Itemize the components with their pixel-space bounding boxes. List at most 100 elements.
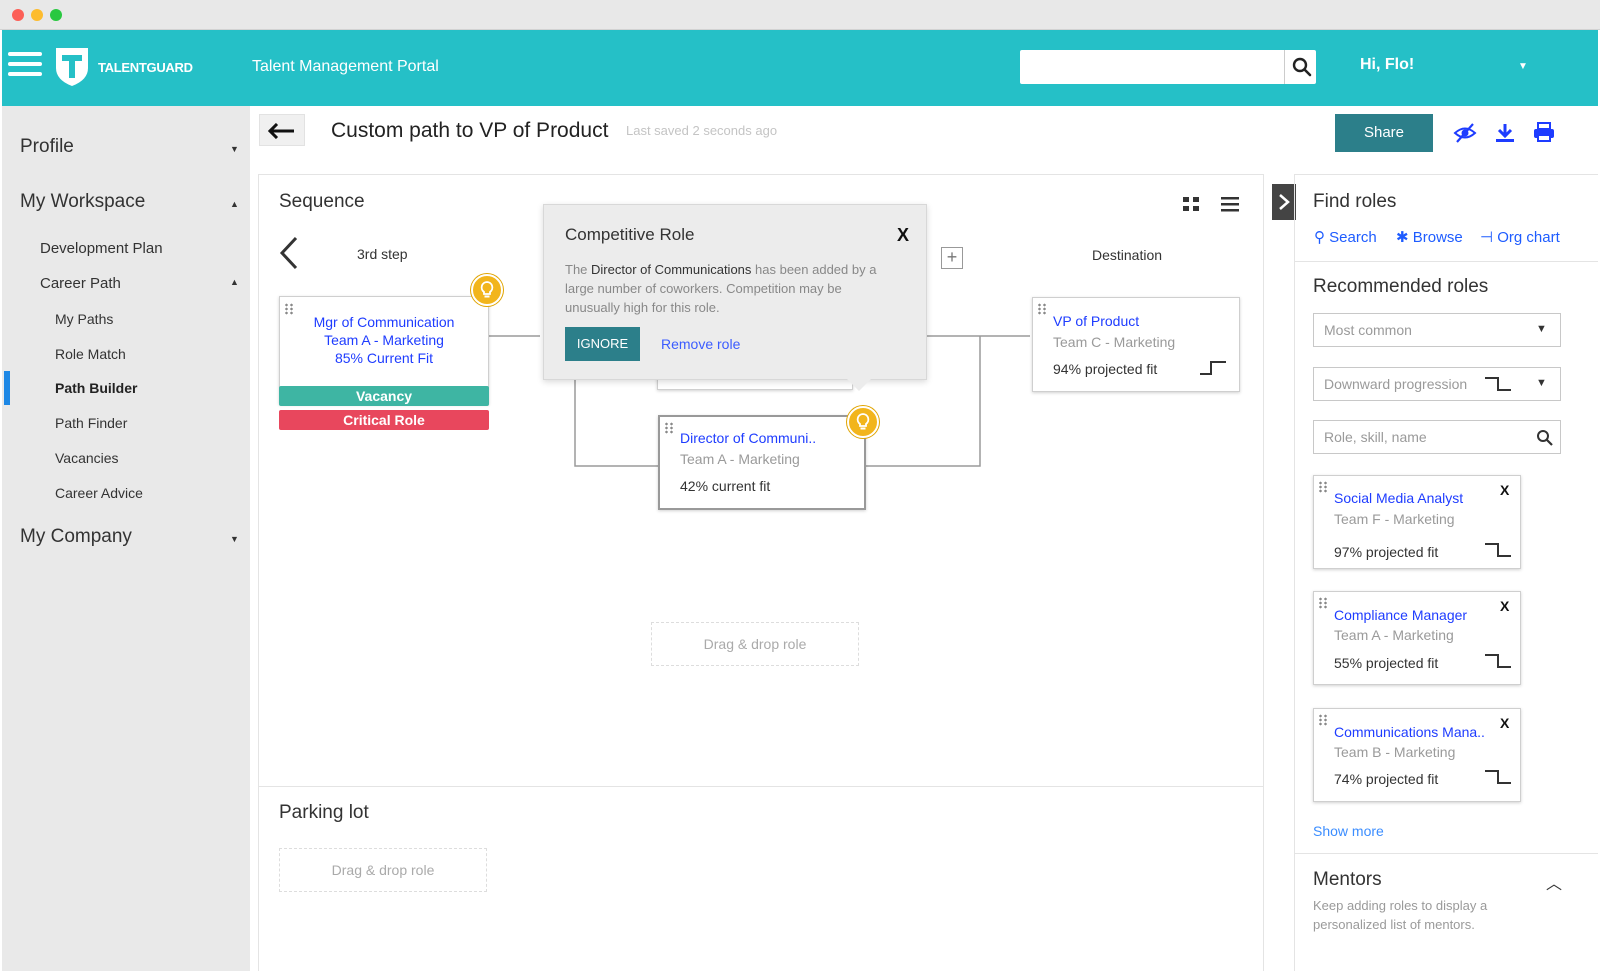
sidebar-my-company[interactable]: My Company [20,526,132,548]
close-popup-icon[interactable]: X [897,225,909,246]
window-titlebar [0,0,1600,30]
sidebar-career-path[interactable]: Career Path [40,275,121,292]
step-label: 3rd step [357,246,408,262]
show-more-link[interactable]: Show more [1313,823,1384,839]
download-icon[interactable] [1494,122,1516,144]
remove-role-icon[interactable]: X [1500,715,1509,731]
role-fit: 97% projected fit [1334,544,1439,560]
popup-message: The Director of Communications has been … [565,260,895,317]
sidebar-item-role-match[interactable]: Role Match [55,346,126,362]
search-tab-label: Search [1329,229,1377,246]
find-search-tab[interactable]: ⚲ Search [1314,228,1377,246]
role-fit: 85% Current Fit [334,350,434,366]
logo-text: TALENTGUARD [98,60,193,75]
grid-view-icon[interactable] [1182,196,1202,212]
hamburger-menu-icon[interactable] [8,52,42,78]
last-saved-text: Last saved 2 seconds ago [626,123,778,138]
drag-handle-icon[interactable] [1318,481,1328,493]
role-title[interactable]: Director of Communi.. [680,430,816,446]
sidebar: Profile ▼ My Workspace ▲ Development Pla… [2,106,250,971]
mentors-chevron-up-icon[interactable]: ︿ [1546,870,1562,894]
role-card-director-of-communications[interactable]: Director of Communi.. Team A - Marketing… [658,415,866,510]
hide-eye-icon[interactable] [1453,122,1477,144]
role-fit: 94% projected fit [1053,361,1158,377]
role-title[interactable]: Compliance Manager [1334,607,1467,623]
find-roles-title: Find roles [1313,191,1397,212]
remove-role-icon[interactable]: X [1500,598,1509,614]
remove-role-icon[interactable]: X [1500,482,1509,498]
role-title[interactable]: Mgr of Communication [280,313,488,331]
share-button[interactable]: Share [1335,114,1433,152]
workspace-chevron-up-icon[interactable]: ▲ [230,199,239,209]
back-button[interactable] [259,114,305,146]
input-placeholder: Role, skill, name [1324,429,1427,445]
parking-drag-drop-zone[interactable]: Drag & drop role [279,848,487,892]
profile-chevron-down-icon[interactable]: ▼ [230,144,239,154]
drag-handle-icon[interactable] [1318,597,1328,609]
drag-handle-icon[interactable] [1037,303,1047,315]
search-icon[interactable] [1292,57,1312,77]
back-arrow-icon [268,123,294,139]
find-browse-tab[interactable]: ✱ Browse [1396,228,1463,246]
maximize-window-button[interactable] [50,9,62,21]
downward-progression-icon [1485,377,1511,391]
recommended-role-card[interactable]: Communications Mana.. X Team B - Marketi… [1313,708,1521,802]
remove-role-link[interactable]: Remove role [661,336,740,352]
recommended-role-card[interactable]: Social Media Analyst X Team F - Marketin… [1313,475,1521,569]
role-team: Team A - Marketing [324,332,444,348]
role-title[interactable]: Social Media Analyst [1334,490,1463,506]
find-org-chart-tab[interactable]: ⊣ Org chart [1480,228,1560,246]
select-value: Downward progression [1324,376,1468,392]
lightbulb-icon[interactable] [471,274,503,306]
search-box [1020,50,1316,84]
competitive-role-popup: Competitive Role X The Director of Commu… [543,204,927,380]
sidebar-profile[interactable]: Profile [20,136,74,158]
sidebar-item-path-builder[interactable]: Path Builder [55,380,137,396]
previous-step-chevron-icon[interactable] [278,236,300,270]
close-window-button[interactable] [12,9,24,21]
vacancy-badge: Vacancy [279,386,489,406]
active-item-indicator [4,371,10,405]
portal-title: Talent Management Portal [252,58,439,75]
most-common-select[interactable]: Most common ▼ [1313,313,1561,347]
chevron-down-icon: ▼ [1536,323,1547,335]
user-greeting[interactable]: Hi, Flo! [1360,56,1414,74]
ignore-button[interactable]: IGNORE [565,327,640,361]
global-search-input[interactable] [1028,58,1278,76]
role-title[interactable]: VP of Product [1053,313,1139,329]
role-team: Team A - Marketing [1334,627,1454,643]
lightbulb-icon[interactable] [847,406,879,438]
role-card-vp-of-product[interactable]: VP of Product Team C - Marketing 94% pro… [1032,297,1240,392]
sidebar-my-workspace[interactable]: My Workspace [20,191,145,213]
sidebar-item-my-paths[interactable]: My Paths [55,311,113,327]
chevron-down-icon: ▼ [1536,377,1547,389]
drag-handle-icon[interactable] [664,422,674,434]
sidebar-development-plan[interactable]: Development Plan [40,240,163,257]
user-menu-chevron-down-icon[interactable]: ▼ [1518,61,1528,72]
career-path-chevron-up-icon[interactable]: ▲ [230,277,239,287]
search-icon[interactable] [1536,429,1554,447]
destination-label: Destination [1092,247,1163,263]
print-icon[interactable] [1532,121,1556,143]
recommended-role-card[interactable]: Compliance Manager X Team A - Marketing … [1313,591,1521,685]
sidebar-item-vacancies[interactable]: Vacancies [55,450,119,466]
minimize-window-button[interactable] [31,9,43,21]
main-content: Custom path to VP of Product Last saved … [250,106,1598,971]
popup-title: Competitive Role [565,225,695,244]
sidebar-item-career-advice[interactable]: Career Advice [55,485,143,501]
company-chevron-down-icon[interactable]: ▼ [230,534,239,544]
downward-progression-icon [1485,543,1511,557]
role-fit: 74% projected fit [1334,771,1439,787]
list-view-icon[interactable] [1220,195,1240,213]
chevron-right-icon [1279,194,1290,210]
role-search-input[interactable]: Role, skill, name [1313,420,1561,454]
recommended-roles-title: Recommended roles [1313,276,1489,297]
progression-select[interactable]: Downward progression ▼ [1313,367,1561,401]
popup-pointer [847,379,871,391]
add-step-icon[interactable]: + [941,247,963,269]
collapse-panel-button[interactable] [1272,184,1296,220]
drag-drop-role-zone[interactable]: Drag & drop role [651,622,859,666]
drag-handle-icon[interactable] [1318,714,1328,726]
sidebar-item-path-finder[interactable]: Path Finder [55,415,127,431]
role-title[interactable]: Communications Mana.. [1334,724,1485,740]
